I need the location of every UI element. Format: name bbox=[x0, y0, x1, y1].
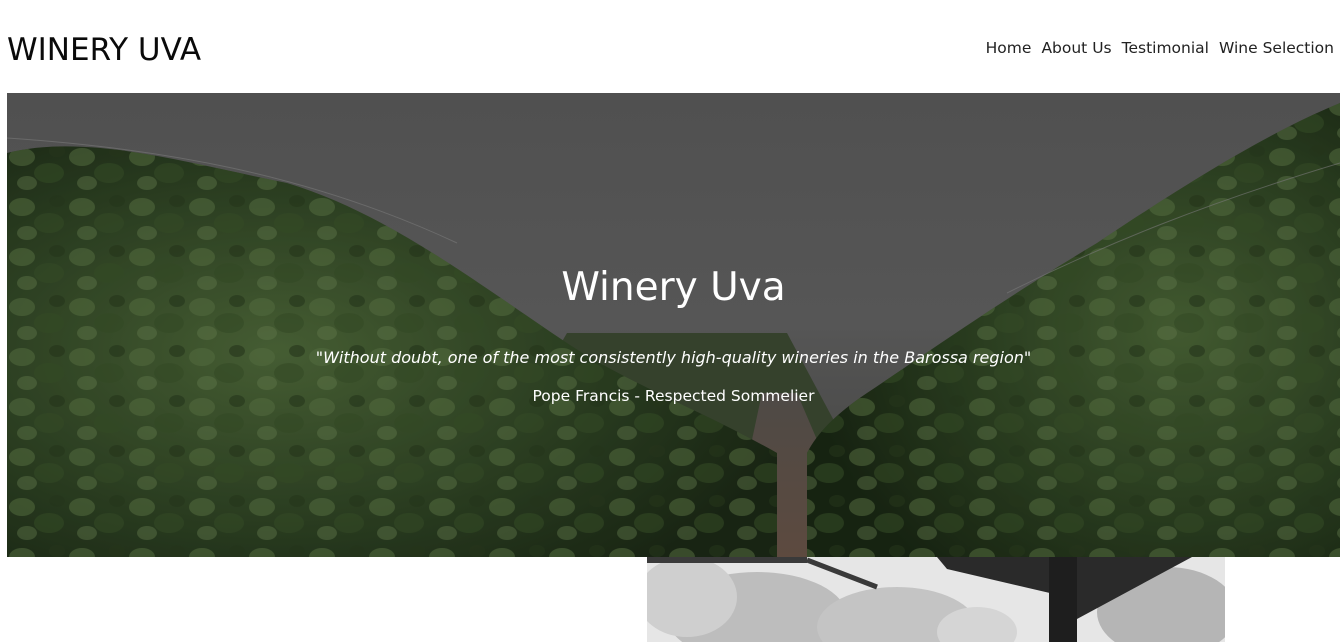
pergola-image bbox=[647, 557, 1225, 642]
site-header: WINERY UVA Home About Us Testimonial Win… bbox=[0, 0, 1343, 93]
nav-home[interactable]: Home bbox=[986, 37, 1032, 59]
main-nav: Home About Us Testimonial Wine Selection bbox=[986, 37, 1334, 59]
hero-author: Pope Francis - Respected Sommelier bbox=[532, 387, 815, 405]
pergola-photo bbox=[647, 557, 1225, 642]
nav-testimonial[interactable]: Testimonial bbox=[1122, 37, 1209, 59]
hero-quote: "Without doubt, one of the most consiste… bbox=[315, 348, 1032, 367]
site-logo[interactable]: WINERY UVA bbox=[7, 30, 201, 70]
nav-wine-selection[interactable]: Wine Selection bbox=[1219, 37, 1334, 59]
hero-title: Winery Uva bbox=[561, 265, 786, 310]
hero-banner: Winery Uva "Without doubt, one of the mo… bbox=[7, 93, 1340, 557]
vineyard-background-image bbox=[7, 93, 1340, 557]
nav-about-us[interactable]: About Us bbox=[1041, 37, 1111, 59]
